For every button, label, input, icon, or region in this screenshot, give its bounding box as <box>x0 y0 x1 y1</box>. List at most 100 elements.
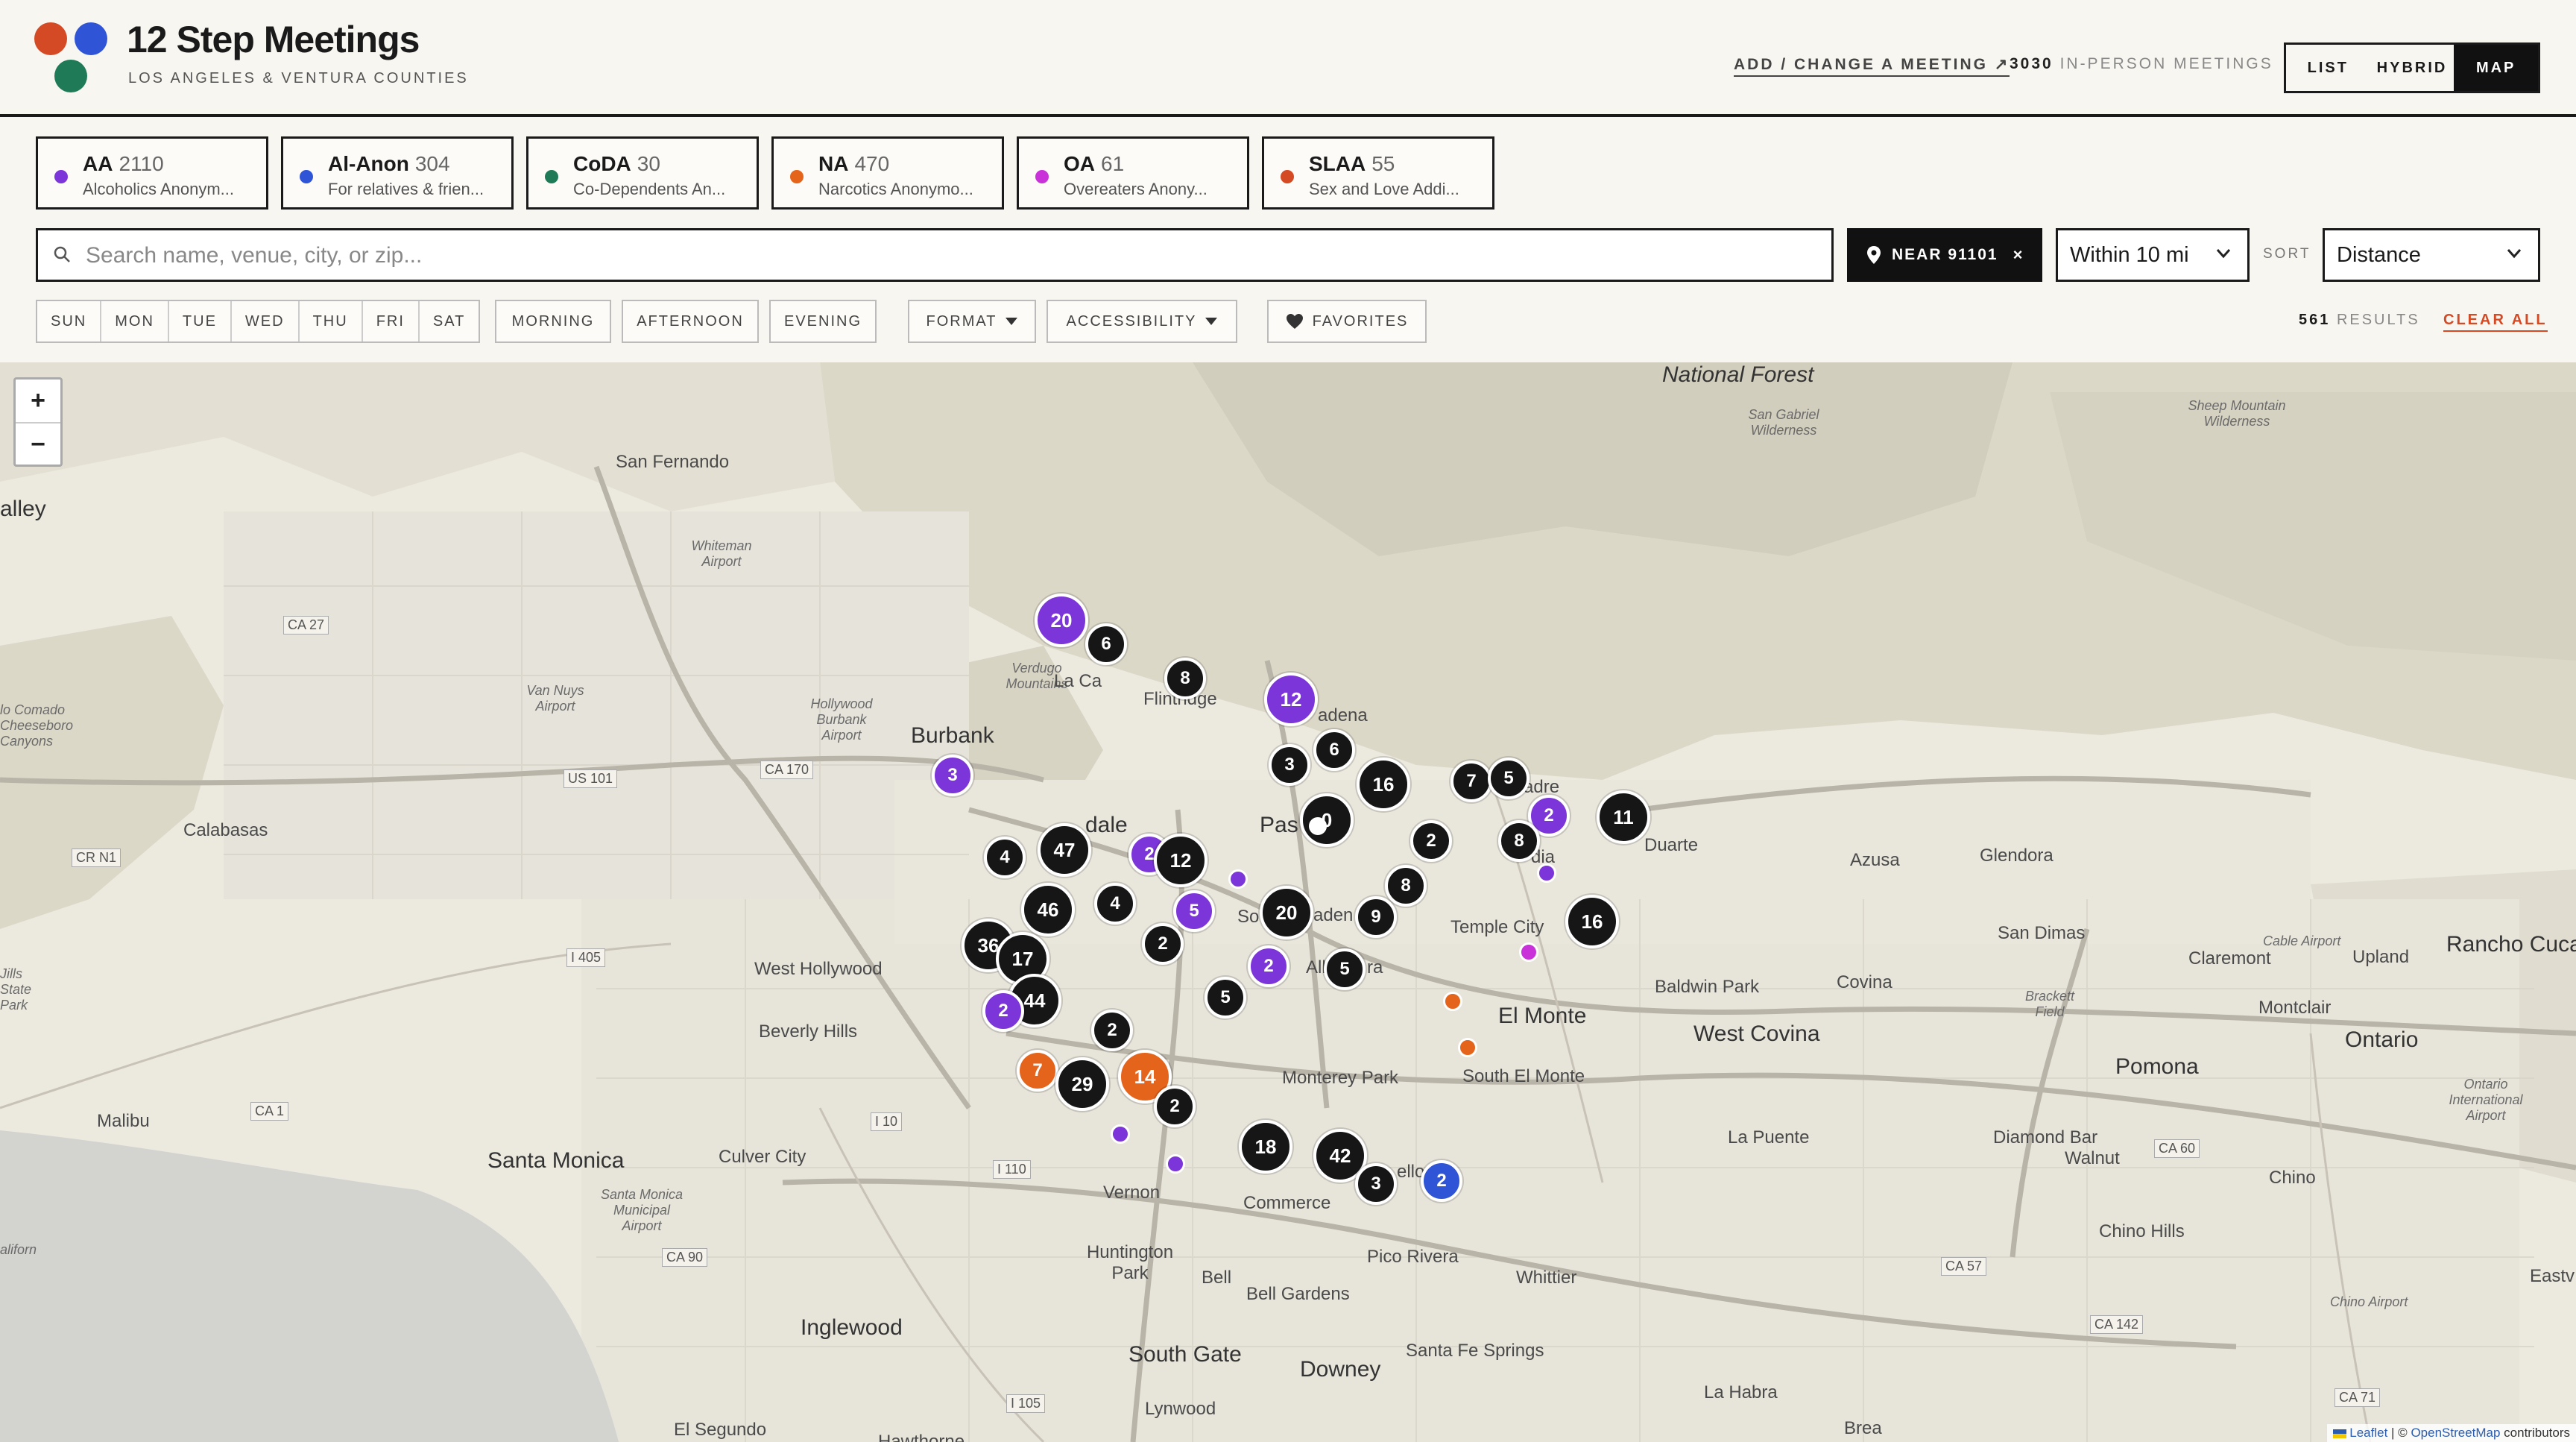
meeting-cluster[interactable]: 18 <box>1239 1120 1292 1174</box>
meeting-cluster[interactable]: 7 <box>1450 761 1492 802</box>
meeting-cluster[interactable]: 20 <box>1035 594 1088 647</box>
fellowship-color-dot <box>545 170 558 183</box>
highway-shield: CA 142 <box>2090 1315 2144 1334</box>
meeting-cluster[interactable]: 9 <box>1355 896 1397 938</box>
map-view[interactable]: San Fernando Burbank Calabasas West Holl… <box>0 362 2576 1442</box>
time-filter-afternoon[interactable]: AFTERNOON <box>622 300 759 343</box>
zoom-out-button[interactable]: − <box>16 424 60 466</box>
map-label: Duarte <box>1644 835 1699 855</box>
highway-shield: CA 170 <box>760 761 814 779</box>
meeting-cluster[interactable]: 5 <box>1205 977 1246 1018</box>
meeting-cluster[interactable]: 2 <box>1142 923 1184 965</box>
meeting-cluster[interactable]: 12 <box>1154 834 1208 887</box>
view-map-button[interactable]: MAP <box>2454 45 2539 91</box>
meeting-cluster[interactable]: 8 <box>1498 820 1540 862</box>
day-filter-mon[interactable]: MON <box>101 301 169 341</box>
osm-link[interactable]: OpenStreetMap <box>2411 1426 2500 1440</box>
map-label: Walnut <box>2065 1148 2120 1168</box>
map-label: Bell <box>1202 1268 1232 1288</box>
accessibility-dropdown[interactable]: ACCESSIBILITY <box>1046 300 1237 343</box>
fellowship-desc: Sex and Love Addi... <box>1309 180 1459 198</box>
meeting-cluster[interactable]: 4 <box>984 837 1026 878</box>
fellowship-color-dot <box>54 170 68 183</box>
map-label: Santa Monica Municipal Airport <box>600 1187 684 1233</box>
fellowship-card-alanon[interactable]: Al-Anon 304 For relatives & frien... <box>281 136 514 210</box>
meeting-cluster[interactable]: 3 <box>1269 744 1310 786</box>
meeting-cluster[interactable]: 29 <box>1055 1057 1109 1111</box>
day-filter-sun[interactable]: SUN <box>37 301 102 341</box>
map-label: Hollywood Burbank Airport <box>810 696 873 743</box>
favorites-filter[interactable]: FAVORITES <box>1267 300 1427 343</box>
fellowship-card-na[interactable]: NA 470 Narcotics Anonymo... <box>771 136 1004 210</box>
day-filter-group: SUN MON TUE WED THU FRI SAT <box>36 300 481 343</box>
map-label: Ontario <box>2345 1027 2419 1052</box>
meeting-cluster[interactable]: 47 <box>1038 823 1091 877</box>
day-filter-tue[interactable]: TUE <box>168 301 232 341</box>
meeting-pin[interactable] <box>1111 1124 1130 1144</box>
meeting-cluster[interactable]: 8 <box>1385 865 1427 907</box>
map-label: San Dimas <box>1998 923 2086 943</box>
meeting-cluster[interactable]: 0 <box>1300 793 1354 847</box>
meeting-cluster[interactable]: 6 <box>1313 729 1355 771</box>
highway-shield: CA 90 <box>662 1248 708 1267</box>
meeting-cluster[interactable]: 3 <box>932 755 973 796</box>
logo[interactable] <box>34 22 116 94</box>
meeting-cluster[interactable]: 11 <box>1597 790 1650 844</box>
meeting-cluster[interactable]: 4 <box>1094 883 1136 925</box>
meeting-pin[interactable] <box>1443 992 1462 1011</box>
meeting-cluster[interactable]: 16 <box>1357 758 1410 811</box>
day-filter-fri[interactable]: FRI <box>362 301 420 341</box>
meeting-cluster[interactable]: 16 <box>1565 895 1619 948</box>
meeting-cluster[interactable]: 5 <box>1488 758 1530 799</box>
map-label: adena <box>1318 705 1368 725</box>
format-dropdown[interactable]: FORMAT <box>908 300 1036 343</box>
meeting-cluster[interactable]: 2 <box>1410 820 1452 862</box>
meeting-cluster[interactable]: 2 <box>1091 1010 1133 1051</box>
meeting-cluster[interactable]: 6 <box>1085 623 1127 665</box>
meeting-cluster[interactable]: 2 <box>1248 945 1289 987</box>
meeting-pin[interactable] <box>1519 942 1538 962</box>
day-filter-wed[interactable]: WED <box>231 301 300 341</box>
meeting-cluster[interactable]: 7 <box>1017 1050 1058 1092</box>
meeting-cluster[interactable]: 2 <box>1154 1086 1196 1127</box>
clear-all-button[interactable]: CLEAR ALL <box>2443 312 2548 332</box>
meeting-cluster[interactable]: 46 <box>1021 883 1075 936</box>
time-filter-evening[interactable]: EVENING <box>769 300 877 343</box>
leaflet-link[interactable]: Leaflet <box>2349 1426 2387 1440</box>
meeting-cluster[interactable]: 3 <box>1355 1163 1397 1205</box>
meeting-cluster[interactable]: 8 <box>1164 658 1206 699</box>
meeting-cluster[interactable]: 2 <box>982 990 1024 1032</box>
meeting-pin[interactable] <box>1228 869 1248 889</box>
meeting-cluster[interactable]: 5 <box>1324 948 1366 990</box>
day-filter-sat[interactable]: SAT <box>419 301 479 341</box>
search-input[interactable] <box>84 230 1816 281</box>
day-filter-thu[interactable]: THU <box>299 301 363 341</box>
add-change-meeting-link[interactable]: ADD / CHANGE A MEETING ↗ <box>1734 55 2010 77</box>
view-hybrid-button[interactable]: HYBRID <box>2370 45 2455 91</box>
distance-select[interactable]: Within 10 mi <box>2056 228 2250 282</box>
clear-location-icon[interactable]: × <box>2013 245 2024 265</box>
meeting-count: 3030 IN-PERSON MEETINGS <box>2010 55 2273 73</box>
meeting-pin[interactable] <box>1458 1038 1477 1057</box>
fellowship-card-coda[interactable]: CoDA 30 Co-Dependents An... <box>526 136 759 210</box>
map-label: Claremont <box>2188 948 2271 969</box>
meeting-pin[interactable] <box>1166 1154 1185 1174</box>
fellowship-card-aa[interactable]: AA 2110 Alcoholics Anonym... <box>36 136 268 210</box>
zoom-in-button[interactable]: + <box>16 380 60 424</box>
fellowship-card-slaa[interactable]: SLAA 55 Sex and Love Addi... <box>1262 136 1494 210</box>
site-title[interactable]: 12 Step Meetings <box>127 18 420 61</box>
near-location-pill[interactable]: NEAR 91101 × <box>1847 228 2042 282</box>
meeting-cluster[interactable]: 20 <box>1260 886 1313 939</box>
meeting-cluster[interactable]: 12 <box>1264 673 1318 726</box>
map-label: San Fernando <box>616 452 730 472</box>
meeting-cluster[interactable]: 2 <box>1421 1160 1462 1202</box>
meeting-pin[interactable] <box>1537 863 1556 883</box>
fellowship-card-oa[interactable]: OA 61 Overeaters Anony... <box>1017 136 1249 210</box>
meeting-cluster[interactable]: 5 <box>1173 890 1215 932</box>
map-label: Cable Airport <box>2263 933 2341 948</box>
sort-select[interactable]: Distance <box>2323 228 2540 282</box>
view-list-button[interactable]: LIST <box>2286 45 2370 91</box>
time-filter-morning[interactable]: MORNING <box>495 300 611 343</box>
fellowship-desc: Co-Dependents An... <box>573 180 726 198</box>
logo-dot-green <box>54 60 87 92</box>
